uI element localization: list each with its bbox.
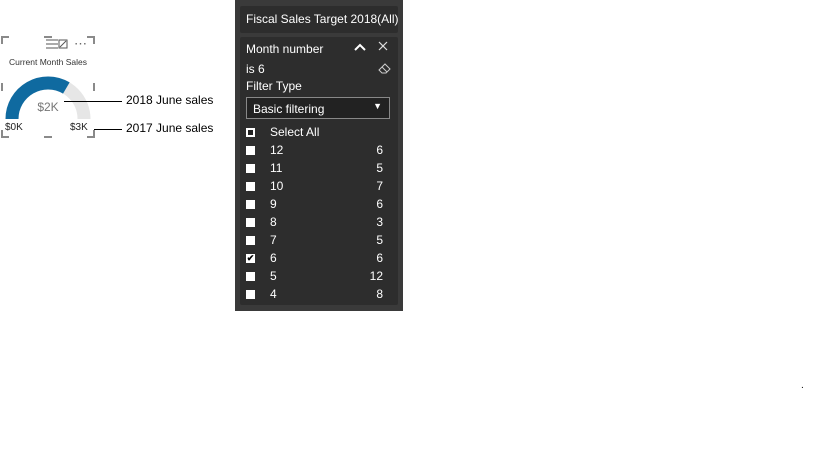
month-list-item[interactable]: 10 7 — [246, 179, 390, 197]
month-checkbox[interactable] — [246, 236, 255, 245]
month-list-item[interactable]: 75 — [246, 233, 390, 251]
eraser-icon[interactable] — [378, 62, 392, 74]
resize-handle-bottom[interactable] — [44, 136, 52, 138]
month-count-label: 12 — [369, 269, 383, 283]
month-count-label: 8 — [376, 287, 383, 301]
resize-handle-top-left[interactable] — [1, 36, 9, 44]
month-value-label: 4 — [270, 287, 277, 301]
month-count-label: 5 — [376, 233, 383, 247]
filter-type-dropdown[interactable]: Basic filtering ▼ — [246, 97, 390, 119]
month-list-item[interactable]: 96 — [246, 197, 390, 215]
month-value-label: 8 — [270, 215, 277, 229]
select-all-row[interactable]: Select All — [246, 125, 390, 143]
month-checkbox[interactable]: ✔ — [246, 254, 255, 263]
filter-card-title: Fiscal Sales Target 2018(All) — [246, 12, 399, 26]
gauge-chart — [5, 76, 91, 120]
month-checkbox[interactable] — [246, 164, 255, 173]
filter-type-selected-value: Basic filtering — [253, 102, 325, 116]
month-checkbox[interactable] — [246, 182, 255, 191]
chevron-up-icon[interactable] — [353, 41, 367, 53]
month-value-label: 11 — [270, 161, 283, 175]
annotation-line-value — [64, 101, 122, 102]
month-value-label: 10 — [270, 179, 284, 193]
filter-card-month-number: Month number is 6 Filter Type Basic filt… — [240, 37, 398, 305]
month-value-label: 5 — [270, 269, 277, 283]
month-count-label: 6 — [376, 251, 383, 265]
gauge-min-label: $0K — [5, 122, 23, 133]
month-list-item[interactable]: 5 12 — [246, 269, 390, 287]
month-count-label: 5 — [376, 161, 383, 175]
month-count-label: 6 — [376, 143, 383, 157]
month-count-label: 7 — [376, 179, 383, 193]
month-list-item[interactable]: 11 5 — [246, 161, 390, 179]
visual-header-toolbar: ⋯ — [44, 37, 88, 51]
gauge-visual-card[interactable]: ⋯ Current Month Sales $2K $0K $3K — [1, 36, 95, 138]
close-icon[interactable] — [377, 40, 389, 52]
resize-handle-top-right[interactable] — [87, 36, 95, 44]
month-value-label: 12 — [270, 143, 284, 157]
more-options-icon[interactable]: ⋯ — [74, 37, 88, 50]
month-value-label: 7 — [270, 233, 277, 247]
month-value-label: 9 — [270, 197, 277, 211]
month-count-label: 6 — [376, 197, 383, 211]
month-list-item[interactable]: 83 — [246, 215, 390, 233]
focus-mode-icon[interactable] — [44, 37, 68, 51]
month-checkbox[interactable] — [246, 146, 255, 155]
resize-handle-bottom-right[interactable] — [87, 130, 95, 138]
month-list-item[interactable]: 12 6 — [246, 143, 390, 161]
stray-mark: . — [801, 380, 804, 391]
filter-type-label: Filter Type — [246, 79, 302, 93]
month-checkbox[interactable] — [246, 272, 255, 281]
gauge-max-label: $3K — [70, 122, 88, 133]
month-checkbox[interactable] — [246, 218, 255, 227]
month-value-label: 6 — [270, 251, 277, 265]
filters-pane: Fiscal Sales Target 2018(All) Month numb… — [235, 0, 403, 311]
select-all-label: Select All — [270, 125, 320, 139]
filter-condition-summary: is 6 — [246, 62, 265, 76]
annotation-max-note: 2017 June sales — [126, 121, 214, 135]
gauge-value-label: $2K — [37, 100, 59, 114]
month-list-item[interactable]: ✔ 6 6 — [246, 251, 390, 269]
annotation-line-max — [94, 129, 122, 130]
month-checkbox[interactable] — [246, 200, 255, 209]
month-count-label: 3 — [376, 215, 383, 229]
select-all-checkbox[interactable] — [246, 128, 255, 137]
filter-card-sales-target[interactable]: Fiscal Sales Target 2018(All) — [240, 6, 399, 33]
month-value-list: 12 6 11 5 10 7 9 6 8 3 7 5 ✔ 6 6 5 12 4 8 — [246, 143, 390, 305]
annotation-value-note: 2018 June sales — [126, 93, 214, 107]
month-list-item[interactable]: 48 — [246, 287, 390, 305]
dropdown-arrow-icon: ▼ — [373, 101, 382, 111]
filter-card-title: Month number — [246, 42, 324, 56]
month-checkbox[interactable] — [246, 290, 255, 299]
